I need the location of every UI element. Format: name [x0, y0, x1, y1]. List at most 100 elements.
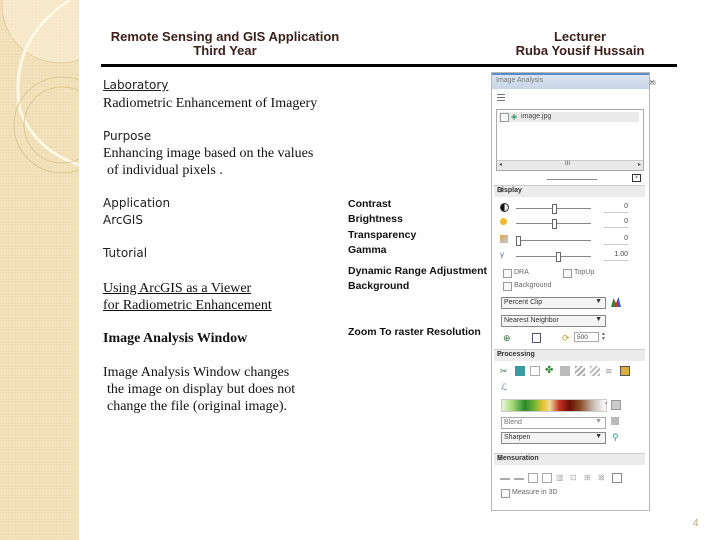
contrast-value[interactable]: 0: [604, 203, 628, 213]
tutorial-link-line-1[interactable]: Using ArcGIS as a Viewer: [103, 280, 251, 297]
pan-sharpen-icon[interactable]: [575, 366, 585, 376]
gamma-value[interactable]: 1.00: [604, 251, 628, 261]
processing-toolbar: ✂ ✤ ≋: [500, 366, 640, 376]
toggle-icon[interactable]: ×: [632, 174, 641, 182]
callout-background: Background: [348, 280, 410, 292]
options-icon[interactable]: [497, 92, 505, 101]
shadow-compensation-icon[interactable]: ℒ: [501, 382, 511, 392]
mosaic-icon[interactable]: [530, 366, 540, 376]
close-icon[interactable]: ✕: [649, 78, 656, 87]
display-section-header[interactable]: Display ⊟: [494, 185, 645, 197]
layer-list[interactable]: ◈ image.jpg ◂ III ▸: [496, 109, 644, 171]
purpose-line-2: of individual pixels .: [107, 163, 223, 178]
processing-section-header[interactable]: Processing ▭: [494, 349, 645, 361]
top-to-bottom-icon[interactable]: [514, 473, 524, 480]
stretch-dropdown[interactable]: Percent Clip ▼: [501, 297, 606, 309]
scroll-left-icon[interactable]: ◂: [499, 161, 502, 168]
dra-label: DRA: [514, 269, 529, 276]
color-ramp-selector[interactable]: [501, 399, 607, 412]
chevron-down-icon: ▼: [595, 418, 602, 425]
collapse-icon[interactable]: ⊟: [497, 186, 642, 194]
composite-bands-icon[interactable]: [515, 366, 525, 376]
difference-icon[interactable]: [560, 366, 570, 376]
transparency-icon: [500, 235, 508, 243]
distance-icon[interactable]: ⊡: [570, 473, 580, 483]
point-icon[interactable]: ▥: [556, 473, 566, 483]
chevron-down-icon: ▼: [595, 316, 602, 323]
callout-dra: Dynamic Range Adjustment: [348, 265, 488, 277]
histogram-icon[interactable]: [611, 297, 621, 307]
apply-colormap-icon[interactable]: [611, 400, 621, 410]
chevron-down-icon[interactable]: ▾: [605, 401, 608, 407]
layer-list-scrollbar[interactable]: ◂ III ▸: [497, 160, 643, 170]
blend-dropdown[interactable]: Blend ▼: [501, 417, 606, 429]
header-divider: [101, 64, 677, 67]
purpose-line-1: Enhancing image based on the values: [103, 146, 314, 161]
filter-apply-icon[interactable]: ⚲: [612, 432, 622, 442]
layer-checkbox[interactable]: [500, 113, 509, 122]
scale-input[interactable]: 500: [574, 332, 599, 342]
ndvi-icon[interactable]: ✤: [545, 366, 555, 376]
layer-item[interactable]: ◈ image.jpg: [499, 112, 639, 122]
lecturer-header: Lecturer Ruba Yousif Hussain: [500, 30, 660, 58]
clip-icon[interactable]: ✂: [500, 366, 510, 376]
chevron-down-icon: ▼: [595, 433, 602, 440]
scroll-right-icon[interactable]: ▸: [638, 161, 641, 168]
chevron-down-icon: ▼: [595, 298, 602, 305]
tutorial-label: Tutorial: [103, 246, 148, 260]
brightness-slider-thumb[interactable]: [552, 219, 557, 229]
mensuration-toolbar: ▥ ⊡ ⊞ ⊠: [500, 473, 640, 483]
filter-dropdown[interactable]: Sharpen ▼: [501, 432, 606, 444]
top-to-shadow-icon[interactable]: [528, 473, 538, 483]
base-to-shadow-icon[interactable]: [542, 473, 552, 483]
area-icon[interactable]: ⊞: [584, 473, 594, 483]
clear-results-icon[interactable]: [612, 473, 622, 483]
blend-apply-icon[interactable]: [611, 417, 619, 425]
layer-name: image.jpg: [521, 113, 552, 120]
resampling-selected: Nearest Neighbor: [504, 317, 559, 324]
contrast-slider-thumb[interactable]: [552, 204, 557, 214]
tutorial-link-line-2[interactable]: for Radiometric Enhancement: [103, 297, 272, 314]
transparency-value[interactable]: 0: [604, 235, 628, 245]
callout-brightness: Brightness: [348, 213, 403, 225]
splitter-handle[interactable]: [547, 179, 597, 180]
collapse-icon[interactable]: ⊟: [497, 454, 642, 462]
export-icon[interactable]: [620, 366, 630, 376]
dra-checkbox[interactable]: [503, 269, 512, 278]
gamma-slider-thumb[interactable]: [555, 252, 561, 262]
resampling-dropdown[interactable]: Nearest Neighbor ▼: [501, 315, 606, 327]
background-checkbox[interactable]: [503, 282, 512, 291]
blend-selected: Blend: [504, 419, 522, 426]
orthorectify-icon[interactable]: [590, 366, 600, 376]
collapse-icon[interactable]: ▭: [497, 350, 642, 358]
stretch-selected: Percent Clip: [504, 299, 543, 306]
brightness-value[interactable]: 0: [604, 218, 628, 228]
laboratory-label: Laboratory: [103, 78, 169, 92]
measure-3d-checkbox[interactable]: [501, 489, 510, 498]
sidebar-swirl-decoration: [1, 0, 79, 174]
callout-gamma: Gamma: [348, 244, 387, 256]
panel-title: Image Analysis: [496, 77, 544, 84]
refresh-icon[interactable]: ⟳: [562, 333, 572, 343]
mensuration-section-header[interactable]: Mensuration ⊟: [494, 453, 645, 465]
course-header: Remote Sensing and GIS Application Third…: [100, 30, 350, 58]
scale-spinner[interactable]: ▲ ▼: [601, 332, 606, 342]
course-year: Third Year: [193, 43, 257, 58]
laboratory-title: Radiometric Enhancement of Imagery: [103, 96, 318, 111]
decorative-sidebar: [0, 0, 79, 540]
height-measure-icon[interactable]: [500, 473, 510, 480]
background-label: Background: [514, 282, 552, 289]
callout-zoom-raster: Zoom To raster Resolution: [348, 326, 481, 338]
centroid-icon[interactable]: ⊠: [598, 473, 608, 483]
transparency-track[interactable]: [516, 240, 591, 241]
zoom-to-raster-resolution-icon[interactable]: ⊕: [503, 333, 513, 343]
panel-titlebar: Image Analysis ▭ ✕: [492, 73, 657, 89]
window-heading: Image Analysis Window: [103, 331, 248, 346]
transparency-slider-thumb[interactable]: [516, 236, 521, 246]
gamma-track[interactable]: [516, 256, 591, 257]
hillshade-icon[interactable]: ≋: [605, 366, 615, 376]
topup-checkbox[interactable]: [563, 269, 572, 278]
contrast-row: 0: [500, 202, 640, 214]
full-extent-icon[interactable]: [532, 333, 541, 343]
callout-contrast: Contrast: [348, 198, 392, 210]
